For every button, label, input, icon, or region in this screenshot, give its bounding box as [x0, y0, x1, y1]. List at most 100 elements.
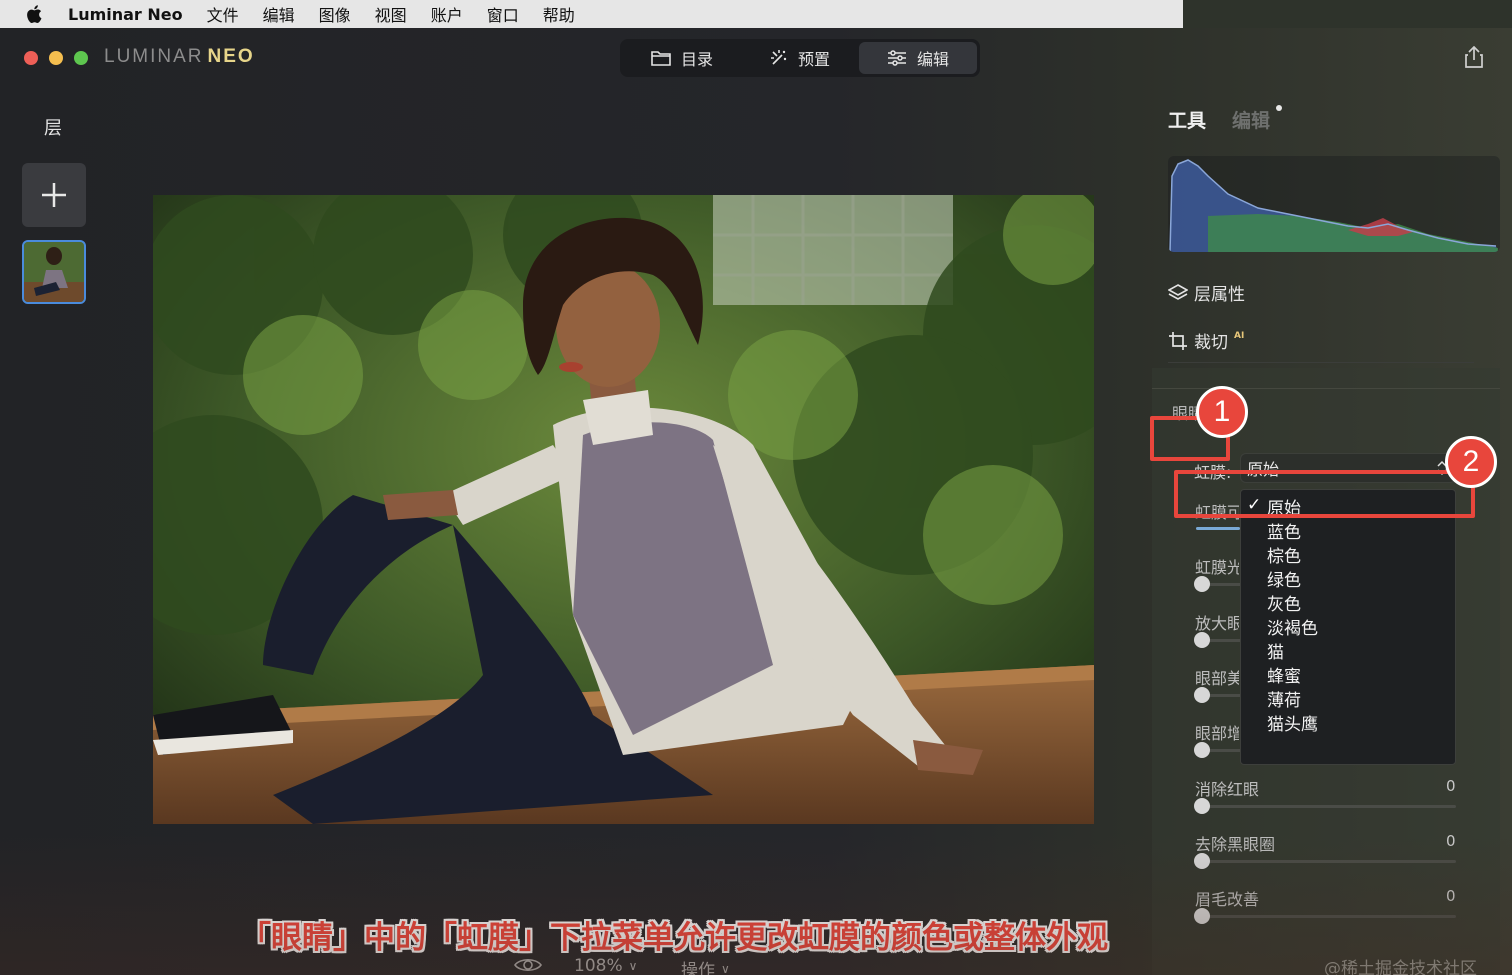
zoom-window-button[interactable]	[74, 51, 88, 65]
eye-enhancer-slider-label: 眼部增	[1195, 724, 1239, 743]
menu-file[interactable]: 文件	[207, 2, 239, 26]
iris-option-label: 蜂蜜	[1267, 666, 1301, 687]
menu-account[interactable]: 账户	[431, 2, 463, 26]
app-name-menu[interactable]: Luminar Neo	[68, 5, 183, 24]
minimize-window-button[interactable]	[49, 51, 63, 65]
annotation-box-iris	[1174, 470, 1475, 518]
eye-whitening-slider-label: 眼部美	[1195, 669, 1239, 688]
brow-improve-track[interactable]	[1202, 915, 1456, 918]
tab-catalog-label: 目录	[680, 50, 713, 69]
iris-option-blue[interactable]: 蓝色	[1241, 518, 1455, 543]
dark-circles-removal-label: 去除黑眼圈	[1195, 835, 1276, 854]
sparkle-icon	[770, 50, 787, 65]
dark-circles-removal-value: 0	[1446, 832, 1456, 850]
ai-badge: AI	[1234, 330, 1245, 341]
red-eye-removal-value: 0	[1446, 777, 1456, 795]
menu-window[interactable]: 窗口	[487, 2, 519, 26]
tab-tools[interactable]: 工具	[1168, 106, 1206, 133]
share-icon[interactable]	[1464, 46, 1484, 68]
iris-option-label: 淡褐色	[1267, 618, 1318, 639]
crop-label: 裁切	[1194, 333, 1228, 353]
menu-edit[interactable]: 编辑	[263, 2, 295, 26]
iris-flare-slider-label: 虹膜光	[1195, 558, 1239, 577]
iris-option-label: 薄荷	[1267, 690, 1301, 711]
tab-presets-label: 预置	[797, 50, 830, 69]
annotation-caption: 「眼睛」中的「虹膜」下拉菜单允许更改虹膜的颜色或整体外观	[240, 920, 1108, 956]
eyes-panel-separator	[1152, 388, 1500, 389]
apple-icon[interactable]	[24, 3, 46, 25]
iris-option-label: 绿色	[1267, 570, 1301, 591]
zoom-dropdown[interactable]: 108% ∨	[574, 956, 637, 975]
eye-enhancer-slider-knob[interactable]	[1194, 742, 1210, 758]
iris-option-owl[interactable]: 猫头鹰	[1241, 710, 1455, 735]
actions-label: 操作	[681, 961, 715, 975]
iris-dropdown-menu: ✓ 原始 蓝色 棕色 绿色 灰色 淡褐色 猫 蜂蜜 薄荷 猫头鹰	[1240, 489, 1456, 765]
eye-icon	[514, 958, 542, 972]
tab-edit-label: 编辑	[916, 50, 949, 69]
crop-icon	[1169, 331, 1187, 350]
iris-option-label: 猫	[1267, 642, 1284, 663]
app-window: LUMINAR NEO 目录 预置 编辑 层 工具 编辑 层属性 裁切 AI 眼…	[0, 28, 1512, 975]
dark-circles-removal-knob[interactable]	[1194, 853, 1210, 869]
iris-option-gray[interactable]: 灰色	[1241, 590, 1455, 615]
iris-option-label: 灰色	[1267, 594, 1301, 615]
folder-icon	[651, 51, 671, 66]
chevron-down-icon: ∨	[721, 961, 730, 975]
iris-option-mint[interactable]: 薄荷	[1241, 686, 1455, 711]
eye-whitening-slider-knob[interactable]	[1194, 687, 1210, 703]
enlarge-eyes-slider-knob[interactable]	[1194, 632, 1210, 648]
iris-option-brown[interactable]: 棕色	[1241, 542, 1455, 567]
menu-image[interactable]: 图像	[319, 2, 351, 26]
histogram-graph	[1169, 159, 1498, 252]
brow-improve-value: 0	[1446, 887, 1456, 905]
iris-option-honey[interactable]: 蜂蜜	[1241, 662, 1455, 687]
menu-help[interactable]: 帮助	[543, 2, 575, 26]
close-window-button[interactable]	[24, 51, 38, 65]
layer-thumbnail[interactable]	[22, 240, 86, 304]
iris-color-slider[interactable]	[1196, 527, 1240, 530]
annotation-marker-1: 1	[1196, 386, 1248, 438]
layer-properties-row[interactable]: 层属性	[1168, 280, 1245, 305]
iris-option-cat[interactable]: 猫	[1241, 638, 1455, 663]
brow-improve-label: 眉毛改善	[1195, 890, 1260, 909]
actions-dropdown[interactable]: 操作 ∨	[681, 956, 730, 975]
dark-circles-removal-track[interactable]	[1202, 860, 1456, 863]
menu-bar: Luminar Neo 文件 编辑 图像 视图 账户 窗口 帮助	[0, 0, 1183, 28]
preview-toggle[interactable]	[514, 956, 542, 974]
crop-row[interactable]: 裁切 AI	[1168, 328, 1244, 353]
menu-view[interactable]: 视图	[375, 2, 407, 26]
iris-option-green[interactable]: 绿色	[1241, 566, 1455, 591]
logo-accent: NEO	[207, 46, 255, 67]
iris-flare-slider-knob[interactable]	[1194, 576, 1210, 592]
tab-presets[interactable]: 预置	[741, 42, 859, 74]
brow-improve-knob[interactable]	[1194, 908, 1210, 924]
logo-text: LUMINAR	[104, 46, 204, 67]
layers-icon	[1168, 283, 1188, 300]
photo-canvas[interactable]	[153, 195, 1094, 824]
layer-properties-label: 层属性	[1194, 285, 1245, 305]
iris-option-label: 猫头鹰	[1267, 714, 1318, 735]
tab-edits[interactable]: 编辑	[1232, 106, 1270, 133]
red-eye-removal-track[interactable]	[1202, 805, 1456, 808]
histogram	[1168, 156, 1500, 252]
iris-option-hazel[interactable]: 淡褐色	[1241, 614, 1455, 639]
red-eye-removal-label: 消除红眼	[1195, 780, 1260, 799]
layer-thumbnail-image	[24, 242, 84, 302]
watermark: @稀土掘金技术社区	[1324, 959, 1477, 975]
plus-icon	[42, 183, 66, 207]
edits-indicator-dot	[1276, 105, 1282, 111]
chevron-down-icon: ∨	[628, 959, 638, 973]
app-logo: LUMINAR NEO	[104, 46, 255, 68]
add-layer-button[interactable]	[22, 163, 86, 227]
red-eye-removal-knob[interactable]	[1194, 798, 1210, 814]
sliders-icon	[887, 50, 906, 66]
tab-edit[interactable]: 编辑	[859, 42, 977, 74]
iris-option-label: 蓝色	[1267, 522, 1301, 543]
mode-tabs: 目录 预置 编辑	[620, 39, 980, 77]
enlarge-eyes-slider-label: 放大眼	[1195, 614, 1239, 633]
portrait-photo	[153, 195, 1094, 824]
annotation-marker-2: 2	[1445, 436, 1497, 488]
tab-catalog[interactable]: 目录	[623, 42, 741, 74]
iris-option-label: 棕色	[1267, 546, 1301, 567]
panel-divider	[1168, 362, 1474, 363]
